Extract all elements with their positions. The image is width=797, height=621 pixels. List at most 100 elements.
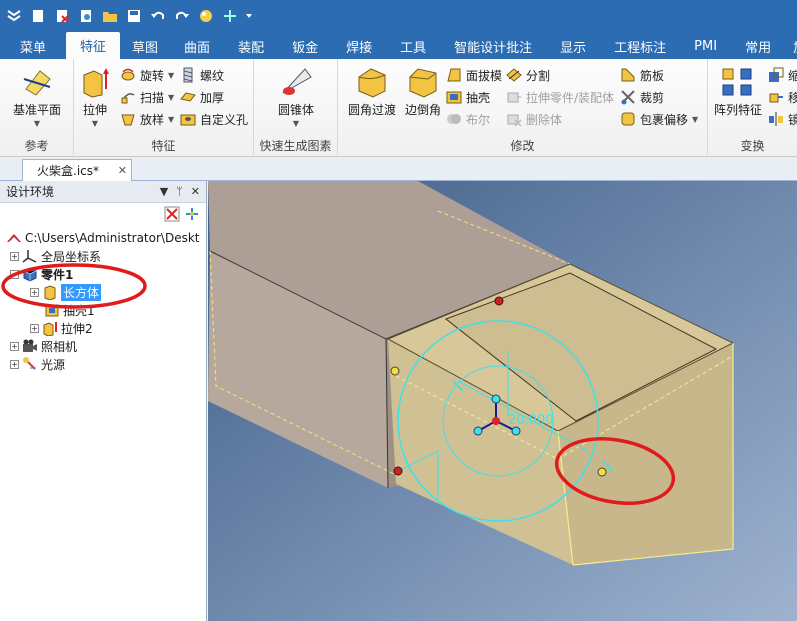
- folder-icon[interactable]: [100, 6, 120, 26]
- tree-node-extrude2[interactable]: + 拉伸2: [30, 319, 93, 337]
- control-point[interactable]: [393, 466, 403, 476]
- tab-features[interactable]: 特征: [66, 32, 121, 59]
- datum-plane-icon: [23, 70, 51, 96]
- redo-icon[interactable]: [172, 6, 192, 26]
- draft-icon: [447, 68, 461, 82]
- chevron-down-icon: ▼: [292, 119, 300, 128]
- wrap-offset-label: 包裹偏移: [640, 112, 689, 127]
- mirror-label: 镜: [788, 112, 797, 127]
- tree-node-label: C:\Users\Administrator\Deskt: [25, 231, 200, 245]
- tab-sketch[interactable]: 草图: [120, 34, 170, 59]
- control-point[interactable]: [494, 296, 504, 306]
- ribbon-panel: 基准平面 ▼ 参考 拉伸 ▼ 旋转 ▼ 扫描 ▼ 放样 ▼ 螺纹 加厚 自定义孔…: [0, 59, 797, 157]
- app-menu-icon[interactable]: [4, 6, 24, 26]
- tab-surface[interactable]: 曲面: [170, 34, 224, 59]
- stretch-part-button[interactable]: 拉伸零件/装配体: [506, 87, 614, 107]
- fillet-label: 圆角过渡: [347, 103, 396, 117]
- close-icon[interactable]: ✕: [118, 164, 127, 177]
- close-icon[interactable]: ✕: [191, 185, 200, 198]
- thread-button[interactable]: 螺纹: [180, 65, 224, 85]
- split-label: 分割: [526, 68, 551, 83]
- split-button[interactable]: 分割: [506, 65, 550, 85]
- pattern-label: 阵列特征: [713, 103, 762, 117]
- smart-icon[interactable]: [220, 6, 240, 26]
- revolve-label: 旋转: [140, 68, 165, 83]
- viewport-canvas: 20.000: [208, 181, 797, 621]
- move-button[interactable]: 移: [768, 87, 797, 107]
- delete-body-button[interactable]: 删除体: [506, 109, 562, 129]
- tab-weld[interactable]: 焊接: [332, 34, 386, 59]
- tree-node-light[interactable]: + 光源: [10, 355, 65, 373]
- control-point[interactable]: [597, 467, 607, 477]
- tab-menu[interactable]: 菜单: [0, 34, 66, 59]
- undo-icon[interactable]: [148, 6, 168, 26]
- scale-label: 缩: [788, 68, 797, 83]
- tree-node-label: 照相机: [41, 339, 78, 354]
- cone-button[interactable]: 圆锥体 ▼: [270, 65, 322, 128]
- draft-label: 面拔模: [466, 68, 503, 83]
- close-doc-icon[interactable]: [52, 6, 72, 26]
- boolean-icon: [447, 114, 461, 124]
- delete-icon[interactable]: [164, 206, 180, 222]
- boolean-label: 布尔: [466, 112, 491, 127]
- revolve-button[interactable]: 旋转 ▼: [120, 65, 174, 85]
- extrude-button[interactable]: 拉伸 ▼: [72, 65, 118, 128]
- rib-icon: [621, 68, 635, 82]
- document-tab[interactable]: 火柴盒.ics* ✕: [22, 159, 132, 181]
- sweep-button[interactable]: 扫描 ▼: [120, 87, 174, 107]
- loft-button[interactable]: 放样 ▼: [120, 109, 174, 129]
- cone-label: 圆锥体: [277, 103, 314, 117]
- smart-icon[interactable]: [184, 206, 200, 222]
- tab-smart-annotation[interactable]: 智能设计批注: [440, 34, 546, 59]
- draft-button[interactable]: 面拔模: [446, 65, 502, 85]
- panel-title: 设计环境: [6, 185, 55, 199]
- group-feature: 拉伸 ▼ 旋转 ▼ 扫描 ▼ 放样 ▼ 螺纹 加厚 自定义孔 特征: [74, 59, 254, 157]
- tab-tools[interactable]: 工具: [386, 34, 440, 59]
- fillet-button[interactable]: 圆角过渡: [344, 65, 400, 118]
- expand-icon[interactable]: +: [30, 323, 39, 333]
- tab-sheetmetal[interactable]: 钣金: [278, 34, 332, 59]
- expand-icon[interactable]: +: [10, 341, 19, 351]
- wrap-offset-button[interactable]: 包裹偏移 ▼: [620, 109, 698, 129]
- tree-node-camera[interactable]: + 照相机: [10, 337, 77, 355]
- new-icon[interactable]: [28, 6, 48, 26]
- save-icon[interactable]: [124, 6, 144, 26]
- 3d-viewport[interactable]: 20.000: [208, 181, 797, 621]
- pattern-button[interactable]: 阵列特征: [712, 65, 764, 118]
- tab-assembly[interactable]: 装配: [224, 34, 278, 59]
- tab-drafting[interactable]: 工程标注: [600, 34, 680, 59]
- render-icon[interactable]: [196, 6, 216, 26]
- panel-header: 设计环境 ▼ ᛘ ✕: [0, 181, 206, 203]
- trim-button[interactable]: 裁剪: [620, 87, 664, 107]
- expand-icon[interactable]: +: [10, 251, 19, 261]
- datum-plane-button[interactable]: 基准平面 ▼: [6, 65, 68, 128]
- tab-load[interactable]: 加载: [785, 34, 797, 59]
- open-icon[interactable]: [76, 6, 96, 26]
- stretch-part-label: 拉伸零件/装配体: [526, 90, 615, 105]
- boolean-button[interactable]: 布尔: [446, 109, 490, 129]
- tree-node-scene[interactable]: C:\Users\Administrator\Deskt: [6, 229, 200, 247]
- loft-label: 放样: [140, 112, 165, 127]
- chevron-down-icon: ▼: [168, 114, 175, 124]
- mirror-button[interactable]: 镜: [768, 109, 797, 129]
- thicken-button[interactable]: 加厚: [180, 87, 224, 107]
- tab-display[interactable]: 显示: [546, 34, 600, 59]
- trim-icon: [621, 90, 635, 105]
- pin-icon[interactable]: ᛘ: [176, 185, 183, 198]
- tab-common[interactable]: 常用: [731, 34, 785, 59]
- control-point[interactable]: [390, 366, 400, 376]
- expand-icon[interactable]: +: [10, 359, 19, 369]
- mirror-icon: [769, 112, 783, 126]
- custom-hole-button[interactable]: 自定义孔: [180, 109, 248, 129]
- dropdown-icon[interactable]: [244, 6, 254, 26]
- chamfer-button[interactable]: 边倒角: [400, 65, 446, 118]
- rib-button[interactable]: 筋板: [620, 65, 664, 85]
- shell-button[interactable]: 抽壳: [446, 87, 490, 107]
- panel-menu-icon[interactable]: ▼: [160, 185, 168, 198]
- thread-label: 螺纹: [200, 68, 225, 83]
- tab-pmi[interactable]: PMI: [680, 34, 731, 59]
- camera-icon: [23, 339, 37, 352]
- split-icon: [506, 68, 522, 82]
- chamfer-icon: [409, 68, 437, 98]
- scale-button[interactable]: 缩: [768, 65, 797, 85]
